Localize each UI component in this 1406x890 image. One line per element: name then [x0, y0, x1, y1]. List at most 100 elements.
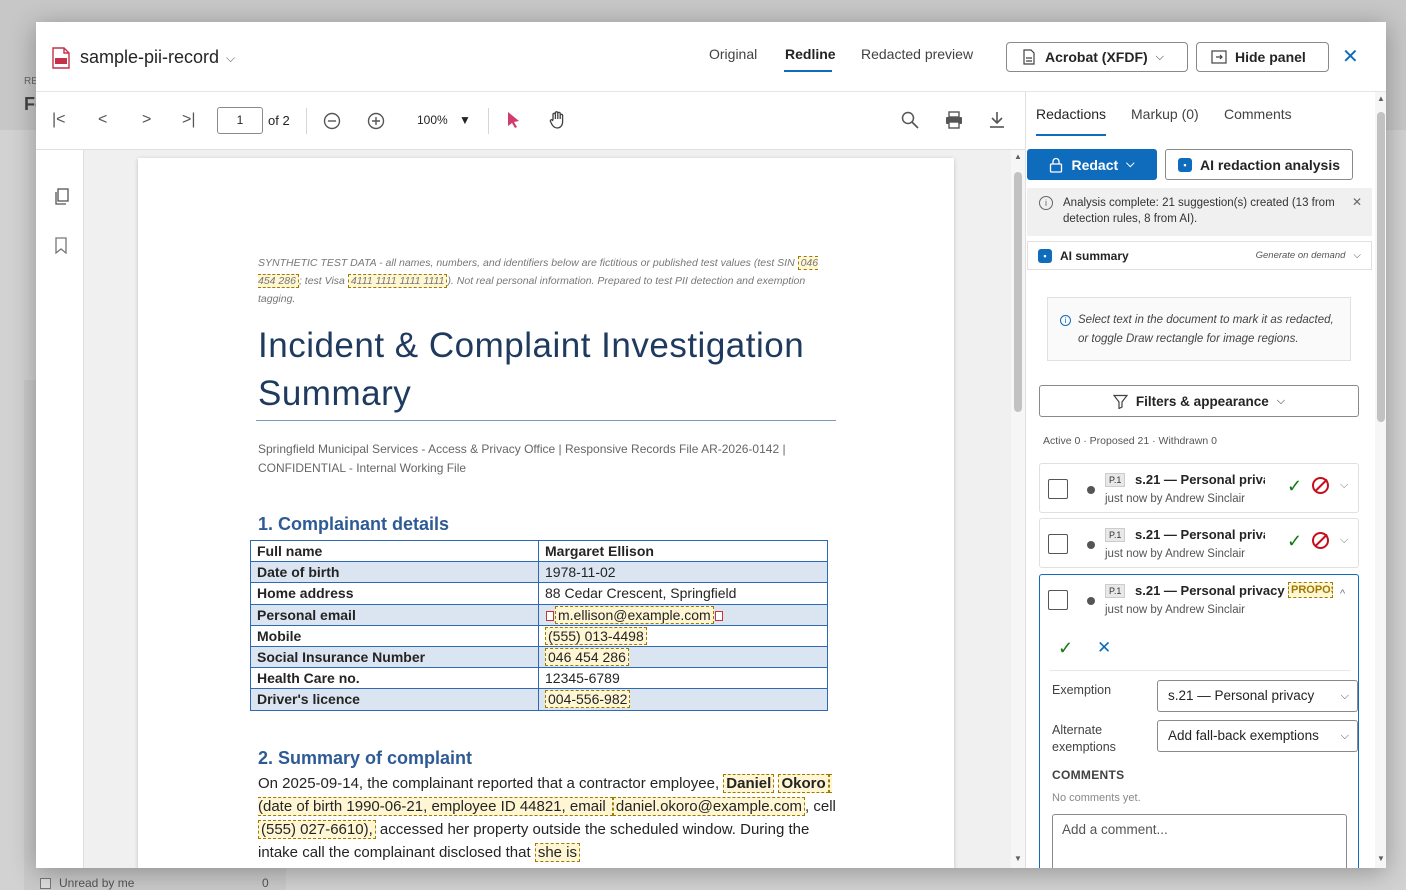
chevron-down-icon[interactable]: ⌵ — [1340, 534, 1348, 547]
ai-summary-header[interactable]: ▪ AI summary Generate on demand ⌵ — [1027, 241, 1372, 270]
viewer-scrollbar[interactable]: ▲ ▼ — [1011, 150, 1025, 868]
table-cell-value: 88 Cedar Crescent, Springfield — [538, 582, 828, 605]
reject-ban-icon[interactable] — [1312, 532, 1329, 549]
alternate-exemptions-select[interactable]: Add fall-back exemptions ⌵ — [1157, 720, 1358, 752]
tab-redacted-preview[interactable]: Redacted preview — [861, 46, 973, 62]
redactions-panel: Redactions Markup (0) Comments Redact ⌵ … — [1025, 92, 1386, 868]
lock-icon — [1050, 157, 1063, 173]
tab-redline[interactable]: Redline — [785, 46, 836, 62]
next-page-icon[interactable]: > — [142, 111, 151, 129]
exemption-title: s.21 — Personal privacy — [1135, 527, 1265, 542]
proposed-redaction[interactable]: she is — [534, 843, 581, 862]
chevron-up-icon[interactable]: ^ — [1340, 588, 1345, 600]
page-badge: P.1 — [1105, 584, 1126, 598]
filters-appearance-button[interactable]: Filters & appearance ⌵ — [1039, 385, 1359, 417]
zoom-select[interactable]: 100% ▼ — [417, 113, 471, 127]
tab-markup[interactable]: Markup (0) — [1131, 106, 1199, 122]
ai-summary-label: AI summary — [1060, 248, 1129, 263]
card-checkbox[interactable] — [1048, 590, 1068, 610]
proposed-redaction[interactable]: m.ellison@example.com — [555, 605, 714, 624]
document-title[interactable]: sample-pii-record — [80, 47, 219, 68]
pdf-viewer: |< < > >| 1 of 2 100% ▼ SYNTHETIC TEST D… — [36, 92, 1025, 868]
scrollbar-thumb[interactable] — [1014, 172, 1022, 412]
panel-scrollbar[interactable]: ▲ ▼ — [1375, 92, 1386, 868]
scroll-up-icon[interactable]: ▲ — [1377, 94, 1385, 103]
paragraph-text: On 2025-09-14, the complainant reported … — [258, 775, 724, 792]
chevron-down-icon[interactable]: ⌵ — [226, 51, 235, 66]
zoom-value: 100% — [417, 113, 448, 127]
comment-input[interactable]: Add a comment... — [1052, 814, 1347, 868]
scroll-down-icon[interactable]: ▼ — [1014, 854, 1022, 863]
close-icon[interactable]: ✕ — [1352, 194, 1362, 210]
toolbar-divider — [488, 108, 489, 134]
proposed-redaction[interactable]: Daniel — [723, 774, 775, 793]
selection-handle[interactable] — [714, 610, 723, 621]
accept-check-icon[interactable]: ✓ — [1058, 638, 1073, 659]
status-badge: PROPOSED — [1288, 582, 1333, 598]
card-checkbox[interactable] — [1048, 534, 1068, 554]
proposed-redaction[interactable]: 4111 1111 1111 1111 — [347, 274, 448, 288]
no-comments-text: No comments yet. — [1052, 792, 1141, 804]
table-cell-value: 12345-6789 — [538, 667, 828, 690]
alternate-exemptions-label: Alternate exemptions — [1052, 723, 1116, 754]
viewer-toolbar: |< < > >| 1 of 2 100% ▼ — [36, 92, 1025, 150]
accept-check-icon[interactable]: ✓ — [1287, 476, 1302, 497]
table-row: Full name Margaret Ellison — [250, 539, 828, 563]
scroll-up-icon[interactable]: ▲ — [1014, 152, 1022, 161]
hide-panel-button[interactable]: Hide panel — [1196, 42, 1329, 72]
dismiss-x-icon[interactable]: ✕ — [1097, 638, 1111, 658]
proposed-redaction[interactable]: (555) 027-6610), — [258, 820, 376, 839]
chevron-down-icon: ⌵ — [1353, 250, 1361, 261]
proposed-redaction[interactable]: 046 454 286 — [545, 648, 629, 667]
scrollbar-thumb[interactable] — [1377, 112, 1385, 422]
table-cell-label: Mobile — [250, 624, 539, 647]
zoom-in-icon[interactable] — [367, 112, 385, 130]
chevron-down-icon: ⌵ — [1276, 394, 1286, 407]
selection-handle[interactable] — [546, 610, 554, 621]
reject-ban-icon[interactable] — [1312, 477, 1329, 494]
redact-button[interactable]: Redact ⌵ — [1027, 149, 1157, 180]
download-icon[interactable] — [989, 111, 1005, 129]
generate-on-demand[interactable]: Generate on demand — [1256, 250, 1346, 261]
accept-check-icon[interactable]: ✓ — [1287, 531, 1302, 552]
pan-hand-icon[interactable] — [549, 110, 566, 129]
proposed-redaction[interactable]: 004-556-982 — [545, 690, 631, 709]
first-page-icon[interactable]: |< — [52, 111, 66, 129]
previous-page-icon[interactable]: < — [98, 111, 107, 129]
chevron-down-icon[interactable]: ⌵ — [1340, 479, 1348, 492]
redaction-card-expanded[interactable]: P.1 s.21 — Personal privacy just now by … — [1039, 574, 1359, 624]
print-icon[interactable] — [945, 111, 963, 129]
table-row: Mobile (555) 013-4498 — [250, 624, 828, 647]
note-text: ; test Visa — [298, 275, 348, 287]
exemption-select[interactable]: s.21 — Personal privacy ⌵ — [1157, 680, 1358, 712]
export-format-button[interactable]: Acrobat (XFDF) ⌵ — [1006, 42, 1188, 72]
scroll-down-icon[interactable]: ▼ — [1377, 854, 1385, 863]
tab-comments[interactable]: Comments — [1224, 106, 1292, 122]
redaction-card[interactable]: P.1 s.21 — Personal privacy just now by … — [1039, 463, 1359, 513]
proposed-redaction[interactable]: Okoro — [778, 774, 829, 793]
search-icon[interactable] — [901, 111, 919, 129]
proposed-redaction[interactable]: (555) 013-4498 — [545, 626, 647, 645]
page-number-input[interactable]: 1 — [217, 107, 263, 134]
background-unread-filter: Unread by me — [40, 876, 134, 890]
page-badge: P.1 — [1105, 473, 1126, 487]
last-page-icon[interactable]: >| — [182, 111, 196, 129]
bookmark-icon[interactable] — [54, 237, 68, 254]
unread-count: 0 — [262, 876, 269, 890]
zoom-out-icon[interactable] — [323, 112, 341, 130]
ai-icon: ▪ — [1038, 248, 1052, 263]
ai-icon: ▪ — [1177, 157, 1192, 172]
redaction-card[interactable]: P.1 s.21 — Personal privacy just now by … — [1039, 518, 1359, 568]
close-icon[interactable]: ✕ — [1342, 44, 1359, 69]
card-checkbox[interactable] — [1048, 479, 1068, 499]
ai-redaction-analysis-button[interactable]: ▪ AI redaction analysis — [1165, 149, 1353, 180]
proposed-redaction[interactable]: daniel.okoro@example.com — [612, 797, 806, 816]
unread-label: Unread by me — [59, 876, 135, 890]
tab-redactions[interactable]: Redactions — [1036, 106, 1106, 122]
card-author: just now by Andrew Sinclair — [1105, 493, 1245, 505]
tab-original[interactable]: Original — [709, 46, 757, 62]
redact-label: Redact — [1071, 156, 1119, 173]
select-pointer-icon[interactable] — [507, 111, 521, 129]
section-heading: 1. Complainant details — [258, 514, 450, 534]
thumbnails-icon[interactable] — [54, 188, 70, 206]
